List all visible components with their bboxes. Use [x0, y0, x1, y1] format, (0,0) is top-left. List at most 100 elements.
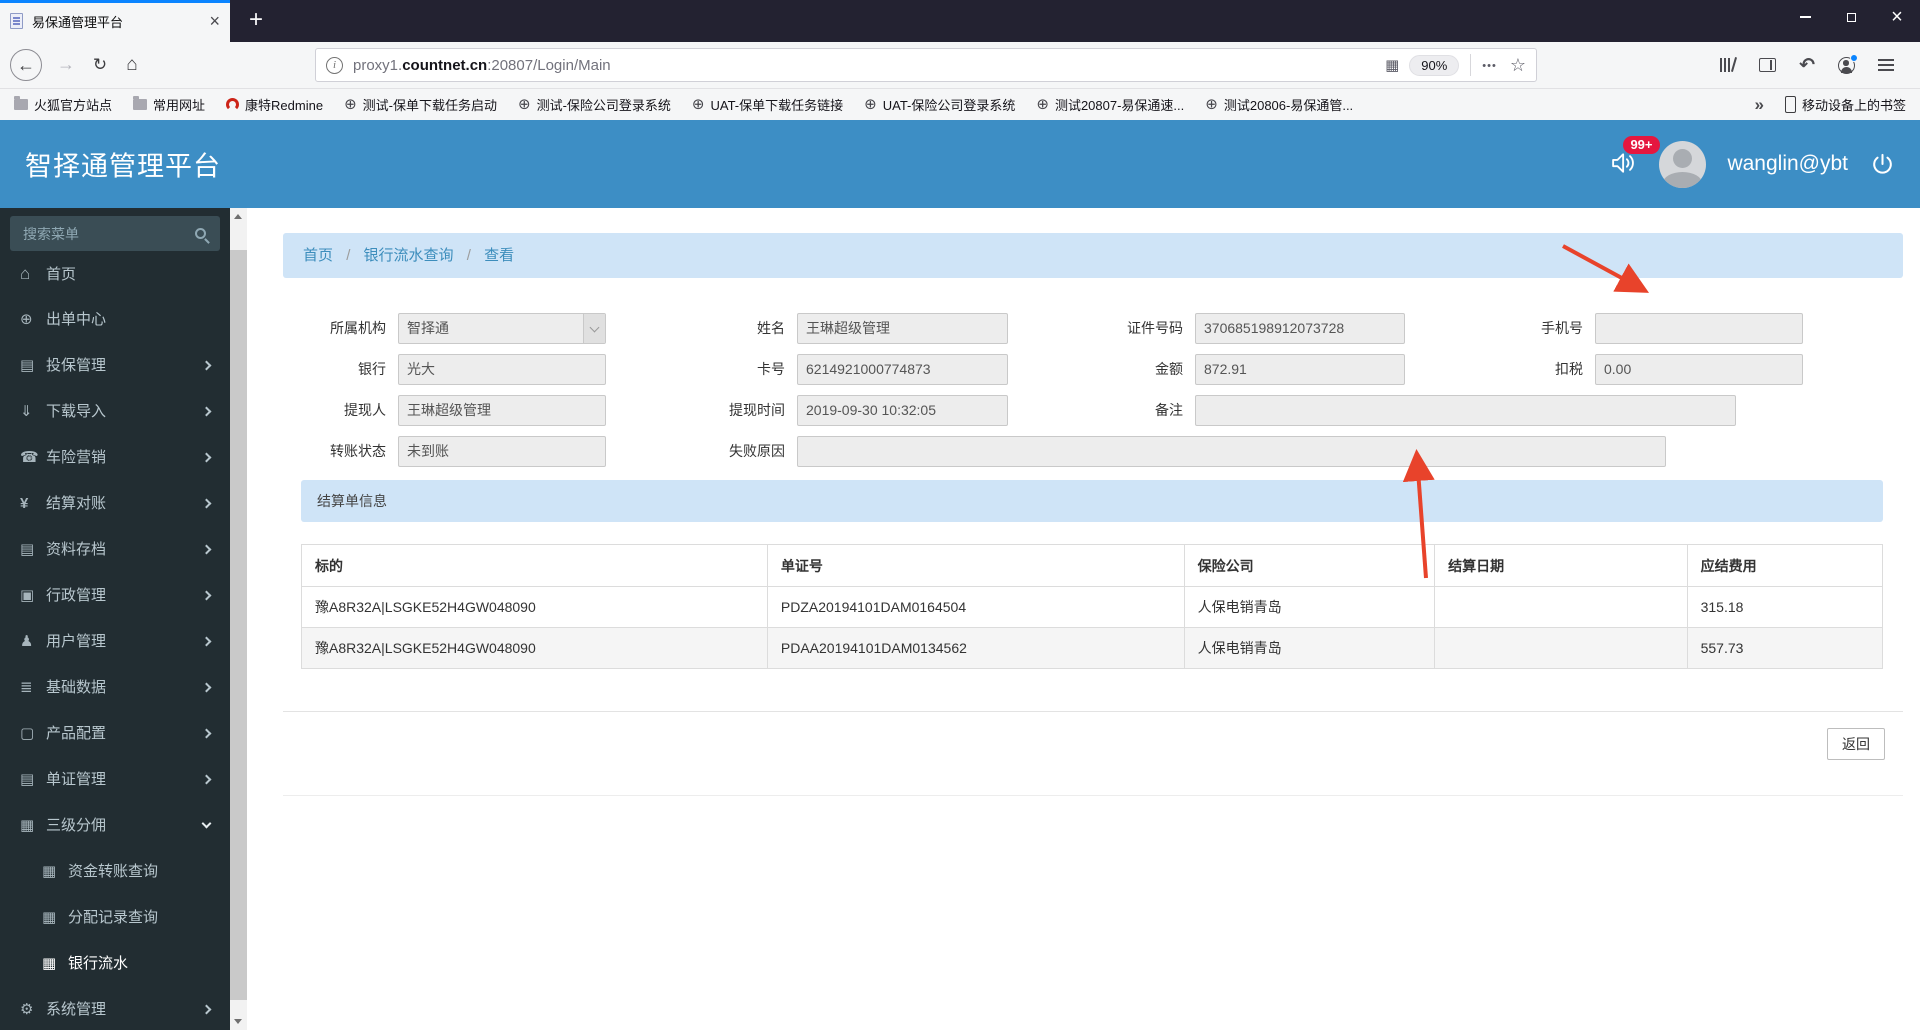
amount-field[interactable]: 872.91	[1195, 354, 1405, 385]
logout-power-icon[interactable]	[1869, 151, 1896, 178]
sidebar-item-product-config[interactable]: 产品配置	[0, 711, 230, 757]
sidebar-item-admin-mgmt[interactable]: 行政管理	[0, 573, 230, 619]
chevron-right-icon	[201, 452, 212, 463]
table-cell: 315.18	[1686, 586, 1884, 628]
mobile-bookmarks[interactable]: 移动设备上的书签	[1784, 95, 1906, 114]
home-button[interactable]	[116, 49, 148, 81]
browser-tab[interactable]: 易保通管理平台	[0, 0, 230, 42]
section-title: 结算单信息	[301, 480, 1883, 522]
notifications-button[interactable]: 99+	[1610, 136, 1660, 179]
bank-field[interactable]: 光大	[398, 354, 606, 385]
sidebar-item-certificate-mgmt[interactable]: 单证管理	[0, 757, 230, 803]
tab-close-icon[interactable]	[209, 12, 220, 30]
bookmark-item[interactable]: 测试-保险公司登录系统	[518, 95, 671, 114]
sidebar-toggle-icon[interactable]	[1759, 58, 1777, 72]
name-field[interactable]: 王琳超级管理	[797, 313, 1008, 344]
menu-search-input[interactable]	[21, 224, 195, 243]
globe-icon	[344, 97, 357, 112]
breadcrumb-current: 查看	[484, 247, 515, 264]
sidebar-item-archive[interactable]: 资料存档	[0, 527, 230, 573]
field-label: 扣税	[1555, 361, 1583, 377]
table-cell	[1434, 627, 1688, 669]
breadcrumb-bankflow-link[interactable]: 银行流水查询	[364, 247, 454, 264]
sidebar-item-bank-flow[interactable]: 银行流水	[0, 941, 230, 987]
new-tab-button[interactable]	[240, 5, 272, 37]
id-number-field[interactable]: 370685198912073728	[1195, 313, 1405, 344]
withdraw-time-field[interactable]: 2019-09-30 10:32:05	[797, 395, 1008, 426]
sidebar-item-auto-marketing[interactable]: 车险营销	[0, 435, 230, 481]
main-content: 首页 / 银行流水查询 / 查看 所属机构 智择通 姓名 王琳超级管理 证件号码…	[247, 208, 1920, 1030]
account-icon[interactable]	[1838, 53, 1858, 74]
bookmark-item[interactable]: 康特Redmine	[226, 95, 323, 114]
bookmark-star-icon[interactable]	[1510, 55, 1526, 76]
sidebar-item-base-data[interactable]: 基础数据	[0, 665, 230, 711]
sidebar-item-settlement[interactable]: 结算对账	[0, 481, 230, 527]
return-button[interactable]: 返回	[1827, 728, 1885, 760]
url-text[interactable]: proxy1.countnet.cn:20807/Login/Main	[353, 57, 1385, 74]
tab-title: 易保通管理平台	[32, 14, 124, 30]
window-close-button[interactable]	[1874, 0, 1920, 34]
bookmark-item[interactable]: 测试20807-易保通速...	[1036, 95, 1184, 114]
sidebar-item-insure-mgmt[interactable]: 投保管理	[0, 343, 230, 389]
chevron-right-icon	[201, 682, 212, 693]
field-label: 提现时间	[729, 402, 785, 418]
fail-reason-field[interactable]	[797, 436, 1666, 467]
page-actions-icon[interactable]	[1482, 56, 1497, 74]
card-number-field[interactable]: 6214921000774873	[797, 354, 1008, 385]
withdrawer-field[interactable]: 王琳超级管理	[398, 395, 606, 426]
back-button[interactable]	[10, 49, 42, 81]
bookmark-item[interactable]: UAT-保单下载任务链接	[692, 95, 843, 114]
sidebar-item-home[interactable]: 首页	[0, 251, 230, 297]
sidebar-item-user-mgmt[interactable]: 用户管理	[0, 619, 230, 665]
sidebar-item-download-import[interactable]: 下载导入	[0, 389, 230, 435]
bookmark-item[interactable]: 测试20806-易保通管...	[1205, 95, 1353, 114]
window-restore-button[interactable]	[1828, 0, 1874, 34]
remark-field[interactable]	[1195, 395, 1736, 426]
forward-button[interactable]	[50, 49, 82, 81]
sidebar-item-fund-transfer-query[interactable]: 资金转账查询	[0, 849, 230, 895]
phone-field[interactable]	[1595, 313, 1803, 344]
scrollbar-thumb[interactable]	[230, 250, 247, 1000]
bookmark-item[interactable]: UAT-保险公司登录系统	[864, 95, 1016, 114]
reload-button[interactable]	[84, 49, 116, 81]
table-cell: 人保电销青岛	[1183, 586, 1436, 628]
bookmark-item[interactable]: 常用网址	[133, 95, 205, 114]
yen-icon	[20, 481, 46, 527]
username[interactable]: wanglin@ybt	[1727, 152, 1848, 176]
sidebar: 首页 出单中心 投保管理 下载导入 车险营销 结算对账 资料存档 行政管理 用户…	[0, 208, 230, 1030]
url-bar[interactable]: i proxy1.countnet.cn:20807/Login/Main 90…	[315, 48, 1537, 82]
column-header: 应结费用	[1686, 544, 1884, 587]
menu-icon[interactable]	[1878, 59, 1894, 71]
zoom-indicator[interactable]: 90%	[1409, 54, 1460, 76]
globe-icon	[864, 97, 877, 112]
sidebar-item-allocation-record-query[interactable]: 分配记录查询	[0, 895, 230, 941]
tax-field[interactable]: 0.00	[1595, 354, 1803, 385]
redmine-icon	[226, 98, 240, 111]
bookmark-item[interactable]: 测试-保单下载任务启动	[344, 95, 497, 114]
scroll-up-icon[interactable]	[230, 208, 247, 225]
table-cell: 557.73	[1686, 627, 1884, 669]
globe-icon	[1205, 97, 1218, 112]
transfer-status-field[interactable]: 未到账	[398, 436, 606, 467]
window-minimize-button[interactable]	[1782, 0, 1828, 34]
globe-icon	[20, 297, 46, 343]
scroll-down-icon[interactable]	[230, 1013, 247, 1030]
sidebar-item-commission[interactable]: 三级分佣	[0, 803, 230, 849]
site-info-icon[interactable]: i	[326, 56, 343, 74]
globe-icon	[1036, 97, 1049, 112]
qr-extension-icon[interactable]	[1385, 56, 1399, 75]
breadcrumb-home-link[interactable]: 首页	[303, 247, 333, 264]
bookmark-item[interactable]: 火狐官方站点	[14, 95, 112, 114]
search-icon[interactable]	[195, 228, 206, 239]
library-icon[interactable]	[1719, 57, 1736, 73]
restore-session-icon[interactable]	[1799, 54, 1815, 77]
field-label: 姓名	[757, 320, 785, 336]
org-select[interactable]: 智择通	[398, 313, 606, 344]
sidebar-scrollbar[interactable]	[230, 208, 247, 1030]
field-label: 手机号	[1541, 320, 1583, 336]
bookmarks-overflow-icon[interactable]	[1755, 95, 1764, 115]
avatar[interactable]	[1659, 140, 1707, 188]
sidebar-item-issue-center[interactable]: 出单中心	[0, 297, 230, 343]
sidebar-item-system-mgmt[interactable]: 系统管理	[0, 987, 230, 1033]
file-icon	[20, 343, 46, 389]
